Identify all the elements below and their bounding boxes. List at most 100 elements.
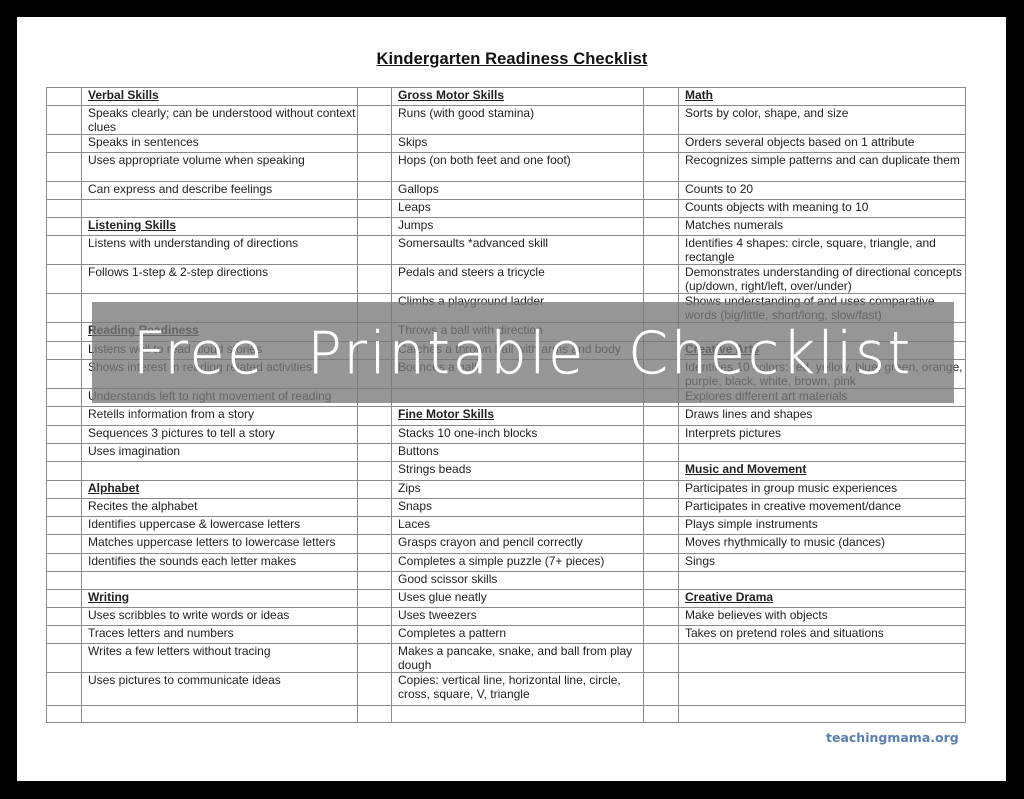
checkbox-cell[interactable] [357,553,392,572]
checkbox-cell[interactable] [643,643,679,673]
skill-item: Writes a few letters without tracing [81,643,358,673]
checkbox-cell[interactable] [357,516,392,535]
checkbox-cell[interactable] [643,571,679,590]
checkbox-cell[interactable] [46,498,82,517]
checkbox-cell[interactable] [643,406,679,426]
checkbox-cell[interactable] [357,534,392,554]
table-row: Uses scribbles to write words or ideas Us… [46,607,966,626]
checkbox-cell[interactable] [46,571,82,590]
checkbox-cell[interactable] [46,625,82,644]
skill-item [81,461,358,481]
checkbox-cell[interactable] [357,643,392,673]
checkbox-cell[interactable] [46,322,82,342]
checkbox-cell[interactable] [643,443,679,462]
checkbox-cell[interactable] [357,199,392,218]
checkbox-cell[interactable] [643,516,679,535]
checkbox-cell[interactable] [643,705,679,723]
checkbox-cell[interactable] [357,589,392,608]
checkbox-cell[interactable] [46,643,82,673]
skill-item [81,199,358,218]
checklist-table: Verbal Skills Gross Motor Skills Math Speak… [46,87,966,723]
checkbox-cell[interactable] [643,553,679,572]
checkbox-cell[interactable] [46,534,82,554]
checkbox-cell[interactable] [357,672,392,706]
checkbox-cell[interactable] [643,264,679,294]
checkbox-cell[interactable] [46,181,82,200]
skill-item: Takes on pretend roles and situations [678,625,966,644]
checkbox-cell[interactable] [643,235,679,265]
checkbox-cell[interactable] [357,571,392,590]
checkbox-cell[interactable] [357,625,392,644]
checkbox-cell[interactable] [46,553,82,572]
checkbox-cell[interactable] [643,534,679,554]
table-row: Uses imagination Buttons [46,443,966,462]
checkbox-cell[interactable] [643,87,679,106]
checkbox-cell[interactable] [357,705,392,723]
skill-item: Counts objects with meaning to 10 [678,199,966,218]
table-row: Follows 1-step & 2-step directions Pedals… [46,264,966,294]
checkbox-cell[interactable] [46,152,82,182]
checkbox-cell[interactable] [357,498,392,517]
checkbox-cell[interactable] [643,217,679,236]
checkbox-cell[interactable] [357,235,392,265]
checkbox-cell[interactable] [643,199,679,218]
skill-item: Skips [391,134,644,153]
checkbox-cell[interactable] [357,87,392,106]
checkbox-cell[interactable] [357,443,392,462]
checkbox-cell[interactable] [643,625,679,644]
checkbox-cell[interactable] [46,672,82,706]
checkbox-cell[interactable] [643,425,679,444]
checkbox-cell[interactable] [46,461,82,481]
checkbox-cell[interactable] [46,388,82,407]
checkbox-cell[interactable] [643,480,679,499]
checkbox-cell[interactable] [46,87,82,106]
checkbox-cell[interactable] [46,217,82,236]
checkbox-cell[interactable] [46,480,82,499]
checkbox-cell[interactable] [46,293,82,323]
checkbox-cell[interactable] [46,425,82,444]
checkbox-cell[interactable] [643,181,679,200]
skill-item: Make believes with objects [678,607,966,626]
checkbox-cell[interactable] [357,105,392,135]
checkbox-cell[interactable] [357,264,392,294]
checkbox-cell[interactable] [46,341,82,360]
checkbox-cell[interactable] [46,105,82,135]
checkbox-cell[interactable] [357,607,392,626]
skill-item [81,705,358,723]
checkbox-cell[interactable] [643,498,679,517]
checkbox-cell[interactable] [643,105,679,135]
checkbox-cell[interactable] [46,406,82,426]
checkbox-cell[interactable] [46,607,82,626]
checkbox-cell[interactable] [643,134,679,153]
skill-item: Identifies uppercase & lowercase letters [81,516,358,535]
skill-item: Copies: vertical line, horizontal line, … [391,672,644,706]
checkbox-cell[interactable] [643,152,679,182]
checkbox-cell[interactable] [46,264,82,294]
checkbox-cell[interactable] [46,199,82,218]
checkbox-cell[interactable] [643,672,679,706]
skill-item: Runs (with good stamina) [391,105,644,135]
skill-item: Follows 1-step & 2-step directions [81,264,358,294]
checkbox-cell[interactable] [643,589,679,608]
checkbox-cell[interactable] [46,516,82,535]
checkbox-cell[interactable] [46,359,82,389]
checkbox-cell[interactable] [46,134,82,153]
checkbox-cell[interactable] [357,480,392,499]
checkbox-cell[interactable] [357,406,392,426]
checkbox-cell[interactable] [643,461,679,481]
checkbox-cell[interactable] [46,705,82,723]
checkbox-cell[interactable] [46,589,82,608]
skill-item: Plays simple instruments [678,516,966,535]
skill-item: Identifies 4 shapes: circle, square, tri… [678,235,966,265]
checkbox-cell[interactable] [357,152,392,182]
checkbox-cell[interactable] [46,235,82,265]
section-header: Creative Drama [678,589,966,608]
checkbox-cell[interactable] [357,425,392,444]
table-row: Uses pictures to communicate ideas Copies… [46,672,966,706]
checkbox-cell[interactable] [643,607,679,626]
checkbox-cell[interactable] [357,217,392,236]
checkbox-cell[interactable] [46,443,82,462]
checkbox-cell[interactable] [357,181,392,200]
checkbox-cell[interactable] [357,134,392,153]
checkbox-cell[interactable] [357,461,392,481]
